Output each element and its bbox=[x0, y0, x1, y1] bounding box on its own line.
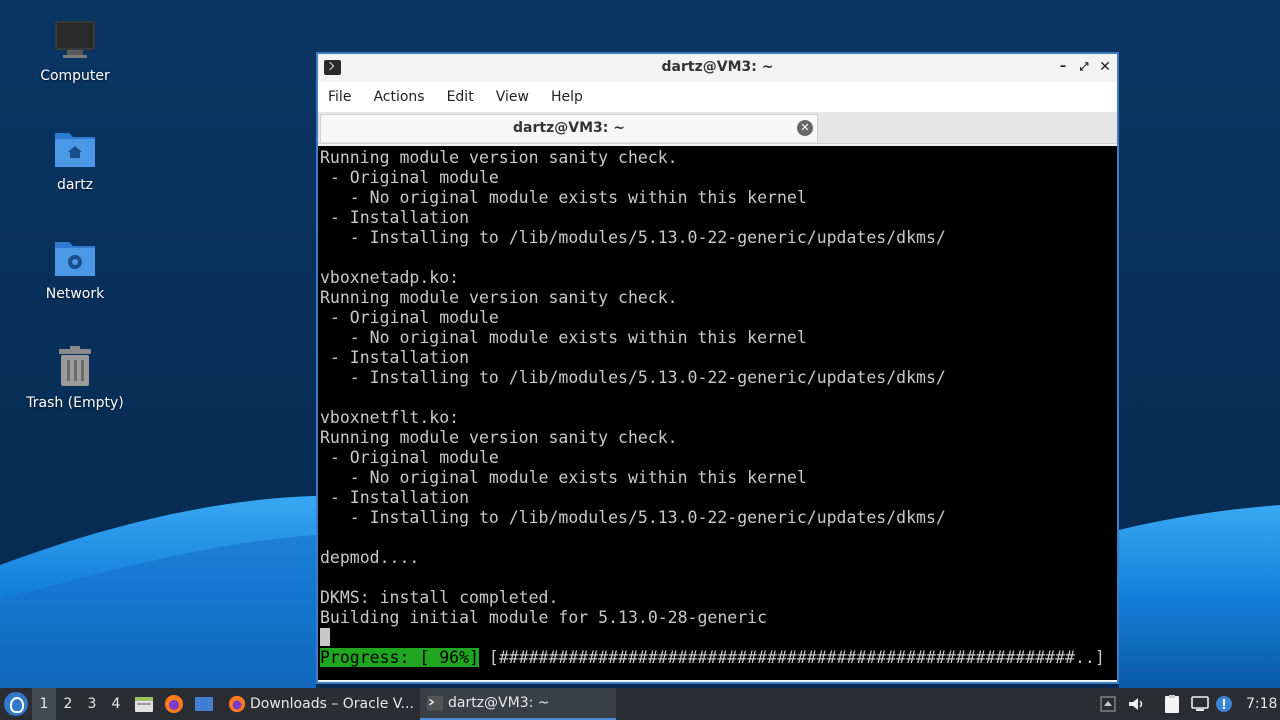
window-titlebar[interactable]: dartz@VM3: ~ – ⤢ ✕ bbox=[318, 54, 1117, 82]
menu-actions[interactable]: Actions bbox=[373, 89, 424, 105]
tab-bar: dartz@VM3: ~ ✕ bbox=[318, 112, 1117, 144]
terminal-output[interactable]: Running module version sanity check. - O… bbox=[318, 146, 1117, 680]
progress-label: Progress: [ 96%] bbox=[320, 648, 479, 667]
terminal-line: - Original module bbox=[320, 168, 499, 187]
terminal-line: Running module version sanity check. bbox=[320, 428, 678, 447]
terminal-line: - Installation bbox=[320, 488, 470, 507]
workspace-1[interactable]: 1 bbox=[32, 688, 56, 720]
terminal-line: Running module version sanity check. bbox=[320, 288, 678, 307]
desktop-icon-home[interactable]: dartz bbox=[10, 127, 140, 193]
terminal-line: depmod.... bbox=[320, 548, 420, 567]
desktop-icon-label: Trash (Empty) bbox=[26, 395, 124, 411]
close-button[interactable]: ✕ bbox=[1096, 58, 1114, 76]
terminal-line: - Installation bbox=[320, 348, 470, 367]
workspace-4[interactable]: 4 bbox=[104, 688, 128, 720]
menubar: File Actions Edit View Help bbox=[318, 82, 1117, 112]
progress-line: Progress: [ 96%] [######################… bbox=[320, 648, 1105, 668]
tab-terminal[interactable]: dartz@VM3: ~ ✕ bbox=[320, 114, 818, 142]
network-folder-icon bbox=[55, 242, 95, 276]
task-label: Downloads – Oracle V... bbox=[250, 696, 414, 712]
terminal-line: DKMS: install completed. bbox=[320, 588, 559, 607]
terminal-line: - Original module bbox=[320, 448, 499, 467]
taskbar: 1 2 3 4 Downloads – Oracle V... dartz@VM… bbox=[0, 688, 1280, 720]
clipboard-icon[interactable] bbox=[1162, 694, 1182, 714]
terminal-line: - Installing to /lib/modules/5.13.0-22-g… bbox=[320, 368, 946, 387]
minimize-button[interactable]: – bbox=[1054, 58, 1072, 76]
network-monitor-icon[interactable] bbox=[1190, 694, 1210, 714]
terminal-icon bbox=[426, 695, 444, 711]
window-title: dartz@VM3: ~ bbox=[661, 59, 774, 75]
terminal-line: - No original module exists within this … bbox=[320, 468, 807, 487]
terminal-window: dartz@VM3: ~ – ⤢ ✕ File Actions Edit Vie… bbox=[316, 52, 1119, 684]
show-desktop-icon[interactable] bbox=[194, 694, 214, 714]
desktop-icon-network[interactable]: Network bbox=[10, 236, 140, 302]
terminal-cursor bbox=[320, 628, 330, 646]
tab-label: dartz@VM3: ~ bbox=[513, 120, 625, 136]
desktop-icon-label: dartz bbox=[56, 177, 94, 193]
home-folder-icon bbox=[55, 133, 95, 167]
workspace-2[interactable]: 2 bbox=[56, 688, 80, 720]
terminal-line: vboxnetadp.ko: bbox=[320, 268, 460, 287]
workspace-3[interactable]: 3 bbox=[80, 688, 104, 720]
monitor-icon bbox=[55, 21, 95, 58]
terminal-text: Running module version sanity check. - O… bbox=[320, 148, 946, 628]
trash-icon bbox=[59, 346, 91, 386]
task-downloads[interactable]: Downloads – Oracle V... bbox=[222, 688, 418, 720]
desktop-icon-computer[interactable]: Computer bbox=[10, 18, 140, 84]
tab-close-icon[interactable]: ✕ bbox=[797, 120, 813, 136]
menu-view[interactable]: View bbox=[496, 89, 529, 105]
maximize-button[interactable]: ⤢ bbox=[1075, 58, 1093, 76]
progress-bar-text: [#######################################… bbox=[478, 648, 1105, 667]
clock: 7:18 bbox=[1246, 696, 1278, 712]
terminal-line: - Original module bbox=[320, 308, 499, 327]
firefox-icon bbox=[228, 695, 246, 713]
terminal-line: - Installing to /lib/modules/5.13.0-22-g… bbox=[320, 508, 946, 527]
start-menu-button[interactable] bbox=[4, 692, 28, 716]
firefox-icon[interactable] bbox=[164, 694, 184, 714]
menu-help[interactable]: Help bbox=[551, 89, 583, 105]
menu-file[interactable]: File bbox=[328, 89, 351, 105]
terminal-line: Running module version sanity check. bbox=[320, 148, 678, 167]
menu-edit[interactable]: Edit bbox=[447, 89, 474, 105]
tray-up-arrow-icon[interactable] bbox=[1098, 694, 1118, 714]
volume-icon[interactable] bbox=[1126, 694, 1146, 714]
terminal-line: Building initial module for 5.13.0-28-ge… bbox=[320, 608, 768, 627]
terminal-line: vboxnetflt.ko: bbox=[320, 408, 460, 427]
desktop-icon-label: Computer bbox=[40, 68, 110, 84]
task-terminal[interactable]: dartz@VM3: ~ bbox=[420, 688, 616, 720]
task-label: dartz@VM3: ~ bbox=[448, 695, 550, 711]
terminal-line: - Installing to /lib/modules/5.13.0-22-g… bbox=[320, 228, 946, 247]
terminal-line: - No original module exists within this … bbox=[320, 328, 807, 347]
desktop-icon-label: Network bbox=[45, 286, 105, 302]
terminal-line: - Installation bbox=[320, 208, 470, 227]
desktop-icon-trash[interactable]: Trash (Empty) bbox=[10, 345, 140, 411]
file-manager-icon[interactable] bbox=[134, 694, 154, 714]
terminal-line: - No original module exists within this … bbox=[320, 188, 807, 207]
update-notifier-icon[interactable] bbox=[1214, 694, 1234, 714]
